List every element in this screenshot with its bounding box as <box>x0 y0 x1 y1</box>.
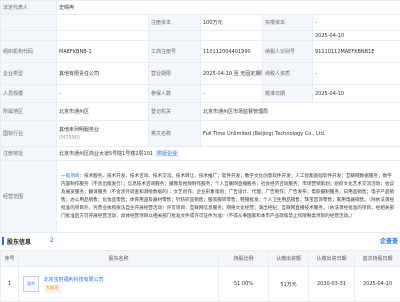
header-index: 序号 <box>1 251 19 267</box>
operating-period-label: 营业期限 <box>149 63 201 85</box>
region-label: 所属地区 <box>1 103 57 121</box>
business-reg-value: 110112004401990 <box>201 41 263 63</box>
header-amount: 认缴出资额 <box>269 251 309 267</box>
industry-label: 国标行业 <box>1 121 57 147</box>
taxpayer-qual-label: 纳税人资质 <box>263 63 313 85</box>
staff-label: 人员规模 <box>1 85 57 103</box>
authority-value: 北京市通州区市场监督管理局 <box>201 103 400 121</box>
english-name-value: Full Time Unlimited (Beijing) Technology… <box>201 121 400 147</box>
address-label: 注册地址 <box>1 147 57 161</box>
address-value: 北京市通州区商业大道5号院1号楼2层101 <box>59 151 153 157</box>
registered-capital-label: 注册资本 <box>149 15 201 31</box>
section-marker <box>2 237 4 245</box>
region-value: 北京市通州区 <box>57 103 149 121</box>
taxpayer-qual-value: - <box>313 63 400 85</box>
english-name-label: 英文名称 <box>149 121 201 147</box>
nearby-companies-link[interactable]: 附近企业 <box>155 150 179 157</box>
scope-label: 经营范围 <box>1 161 57 233</box>
insured-value: - <box>201 85 263 103</box>
company-logo-icon: 北京 <box>23 276 39 292</box>
major-shareholder-badge: 大股东 <box>44 285 61 293</box>
table-row: 1 北京 北京宝时福利科技有限公司 大股东 51.00% 51万元 2030-0… <box>1 267 400 302</box>
header-ratio: 持股比例 <box>219 251 269 267</box>
industry-code: (M7590) <box>59 134 146 142</box>
row-ratio: 51.00% <box>219 267 269 302</box>
company-type-value: 其他有限责任公司 <box>57 63 149 85</box>
operating-period-value: 2025-04-10 至 无固定期限 <box>201 63 263 85</box>
header-date2: 首次持股日期 <box>355 251 400 267</box>
taxpayer-id-label: 纳税人识别号 <box>263 41 313 63</box>
row-date1: 2030-03-31 <box>309 267 355 302</box>
taxpayer-id-value: 91110112MAEFKBNB1E <box>313 41 400 63</box>
shareholder-section-header: 股东信息 2 企查查 <box>0 236 400 246</box>
approval-date-value: 2025-04-10 <box>313 85 400 103</box>
authority-label: 登记机关 <box>149 103 201 121</box>
header-name: 股东名称 <box>19 251 219 267</box>
scope-prefix: 一般项目 <box>61 174 79 179</box>
insured-label: 参保人数 <box>149 85 201 103</box>
company-type-label: 企业类型 <box>1 63 57 85</box>
date-value-top: 2025-04-10 <box>313 31 400 41</box>
header-date1: 认缴出资日期 <box>309 251 355 267</box>
paid-capital-label: 实缴资本 <box>263 15 313 31</box>
row-amount: 51万元 <box>269 267 309 302</box>
approval-date-label: 核准日期 <box>263 85 313 103</box>
org-code-label: 组织机构代码 <box>1 41 57 63</box>
staff-value: - <box>57 85 149 103</box>
row-index: 1 <box>1 267 19 302</box>
row-date2: 2025-04-10 <box>355 267 400 302</box>
shareholder-count: 2 <box>50 237 54 244</box>
registered-capital-value: 100万元 <box>201 15 263 31</box>
business-reg-label: 工商注册号 <box>149 41 201 63</box>
legal-rep-value[interactable]: 史晴冉 <box>57 1 400 15</box>
legal-rep-label: 法定代表人 <box>1 1 57 15</box>
paid-capital-value: - <box>313 15 400 31</box>
shareholder-section-title: 股东信息 <box>7 237 31 246</box>
shareholder-table: 序号 股东名称 持股比例 认缴出资额 认缴出资日期 首次持股日期 1 北京 北京… <box>0 250 400 302</box>
scope-value: 一般项目：技术服务、技术开发、技术咨询、技术交流、技术转让、技术推广；软件开发；… <box>57 161 400 233</box>
company-info-page: 法定代表人 史晴冉 注册资本 100万元 实缴资本 - 2025-04-10 组… <box>0 0 400 300</box>
basic-info-table: 法定代表人 史晴冉 注册资本 100万元 实缴资本 - 2025-04-10 组… <box>0 0 400 233</box>
industry-value: 其他未列明服务业 <box>59 126 146 134</box>
org-code-value: MAEFKBNB-1 <box>57 41 149 63</box>
qcc-logo: 企查查 <box>380 236 398 245</box>
shareholder-name-link[interactable]: 北京宝时福利科技有限公司 <box>44 277 104 283</box>
